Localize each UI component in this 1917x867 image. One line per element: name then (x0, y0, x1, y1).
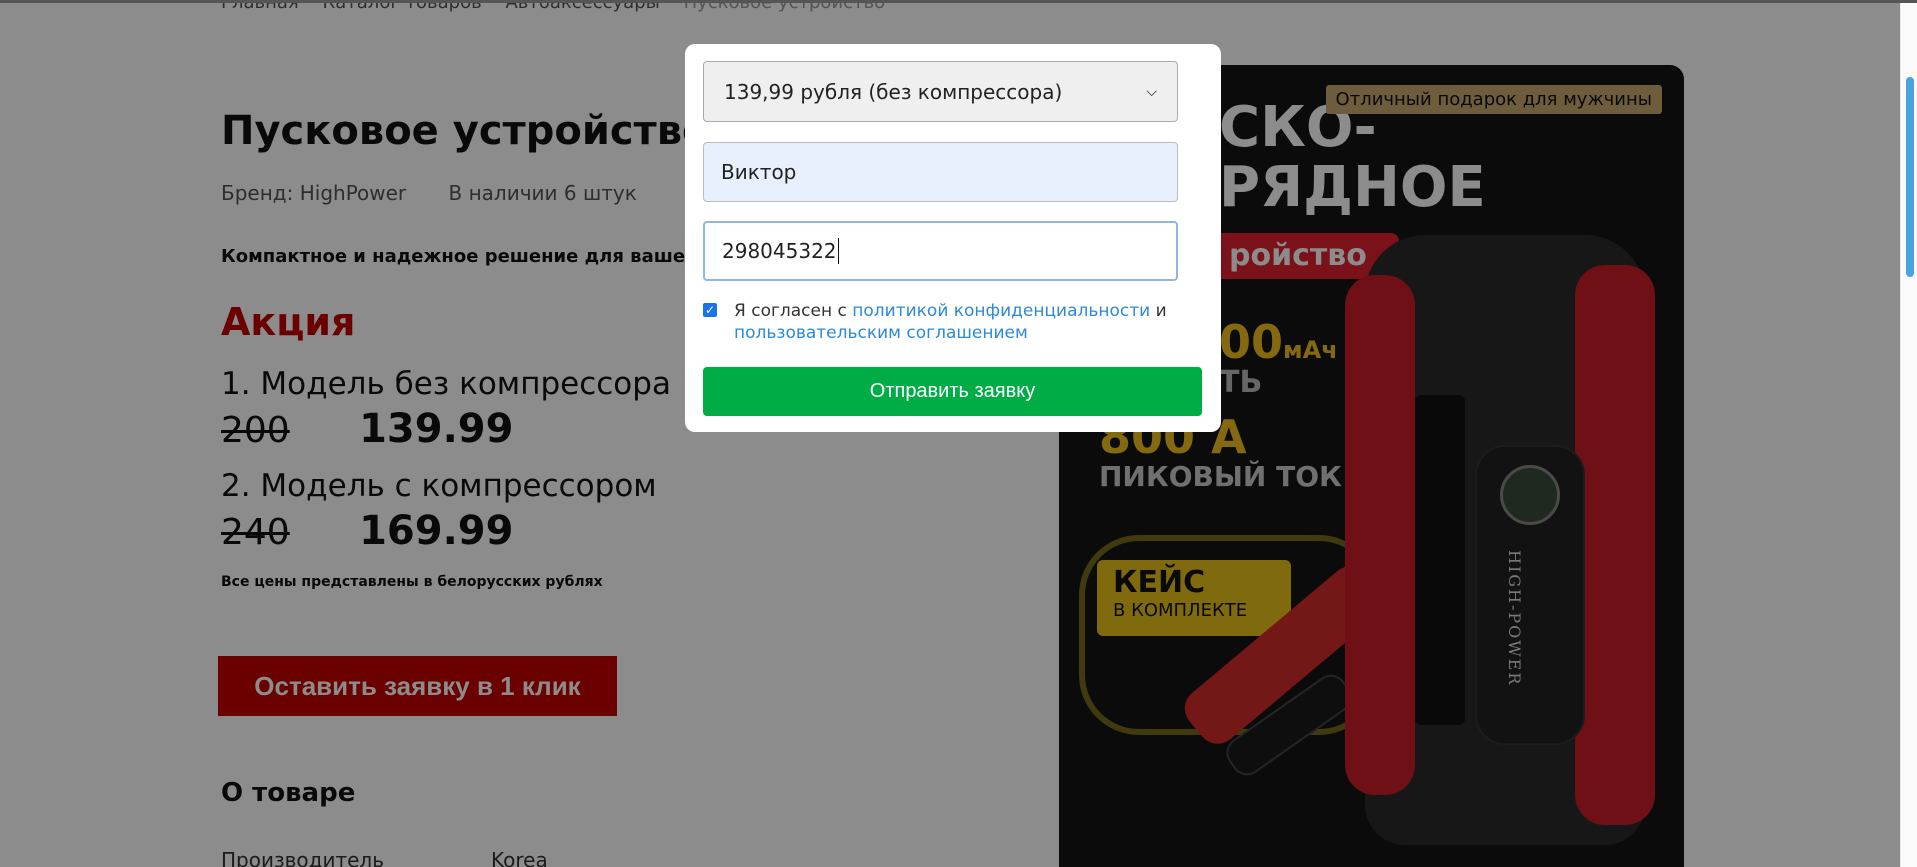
consent-and: и (1155, 301, 1167, 321)
model-select-value: 139,99 рубля (без компрессора) (724, 79, 1063, 104)
consent-prefix: Я согласен с (734, 301, 847, 321)
consent-row: ✓ Я согласен с политикой конфиденциально… (703, 300, 1213, 344)
terms-link[interactable]: пользовательским соглашением (734, 323, 1028, 343)
order-modal: 139,99 рубля (без компрессора) ⌵ Виктор … (685, 44, 1221, 432)
scrollbar-thumb[interactable] (1906, 77, 1914, 277)
name-input-value: Виктор (721, 160, 797, 184)
name-input[interactable]: Виктор (703, 142, 1178, 202)
window-top-border (0, 0, 1917, 3)
text-cursor (837, 238, 839, 264)
model-select[interactable]: 139,99 рубля (без компрессора) ⌵ (703, 61, 1178, 122)
page-scrollbar[interactable] (1900, 0, 1917, 867)
phone-input-value: 298045322 (722, 239, 837, 263)
consent-text: Я согласен с политикой конфиденциальност… (703, 300, 1213, 344)
chevron-down-icon: ⌵ (1146, 83, 1157, 100)
privacy-policy-link[interactable]: политикой конфиденциальности (852, 301, 1150, 321)
submit-request-button[interactable]: Отправить заявку (703, 367, 1202, 416)
phone-input[interactable]: 298045322 (703, 221, 1178, 281)
consent-checkbox[interactable]: ✓ (703, 303, 717, 317)
